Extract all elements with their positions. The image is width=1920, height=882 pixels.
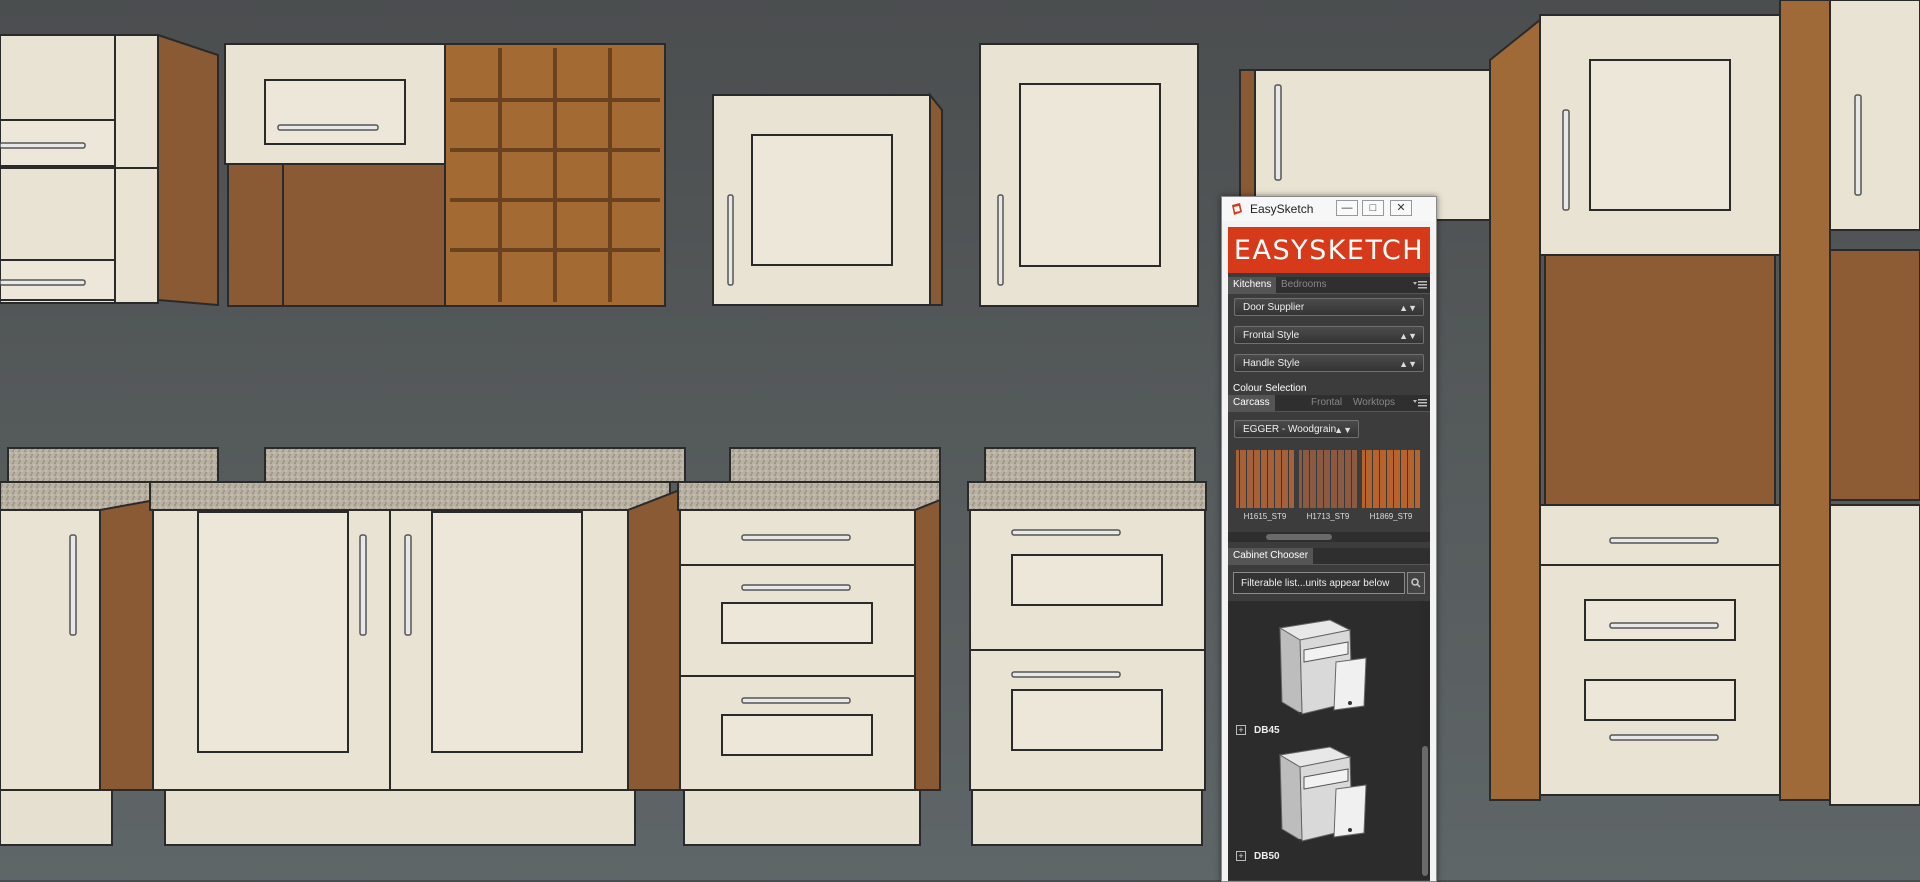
- search-button[interactable]: [1407, 572, 1425, 594]
- cabinet-search-input[interactable]: Filterable list...units appear below: [1233, 572, 1405, 594]
- expand-icon[interactable]: +: [1236, 725, 1246, 735]
- sketchup-icon: [1232, 203, 1242, 215]
- cabinet-item-db50[interactable]: + DB50: [1228, 737, 1418, 865]
- kitchen-3d-viewport[interactable]: [0, 0, 1920, 880]
- maximize-button[interactable]: □: [1362, 200, 1384, 216]
- material-value: EGGER - Woodgrain: [1243, 424, 1337, 435]
- base-cabinets: [0, 447, 1207, 846]
- window-title: EasySketch: [1250, 202, 1314, 216]
- cabinet-chooser-header: Cabinet Chooser: [1228, 548, 1430, 565]
- swatch-h1713[interactable]: [1299, 450, 1357, 508]
- panel-content: EGGER - Woodgrain ▲▼ H1615_ST9 H1713_ST9…: [1228, 226, 1430, 880]
- updown-icon: ▲▼: [1334, 425, 1352, 435]
- swatch-h1615[interactable]: [1236, 450, 1294, 508]
- cabinet-code: DB50: [1254, 851, 1280, 862]
- swatch-label: H1869_ST9: [1369, 512, 1413, 521]
- cabinet-thumbnail: [1278, 746, 1367, 843]
- close-button[interactable]: ✕: [1390, 200, 1412, 216]
- swatch-label: H1713_ST9: [1306, 512, 1350, 521]
- tab-cabinet-chooser[interactable]: Cabinet Chooser: [1228, 548, 1314, 564]
- minimize-icon: —: [1341, 202, 1353, 214]
- material-select[interactable]: EGGER - Woodgrain ▲▼: [1234, 420, 1359, 438]
- swatch-scrollbar[interactable]: [1228, 532, 1430, 542]
- list-scrollbar[interactable]: [1420, 601, 1430, 880]
- minimize-button[interactable]: —: [1336, 200, 1358, 216]
- scrollbar-thumb[interactable]: [1266, 534, 1332, 540]
- search-icon: [1411, 578, 1421, 588]
- close-icon: ✕: [1396, 202, 1406, 214]
- maximize-icon: □: [1369, 202, 1377, 214]
- cabinet-item-db45[interactable]: + DB45: [1228, 605, 1418, 736]
- scrollbar-thumb[interactable]: [1422, 746, 1428, 876]
- cabinet-list[interactable]: + DB45 + DB50: [1228, 601, 1430, 880]
- panel-titlebar[interactable]: EasySketch — □ ✕: [1222, 197, 1436, 221]
- cabinet-thumbnail: [1278, 619, 1367, 716]
- expand-icon[interactable]: +: [1236, 851, 1246, 861]
- swatch-label: H1615_ST9: [1243, 512, 1287, 521]
- cabinet-code: DB45: [1254, 725, 1280, 736]
- swatch-h1869[interactable]: [1362, 450, 1420, 508]
